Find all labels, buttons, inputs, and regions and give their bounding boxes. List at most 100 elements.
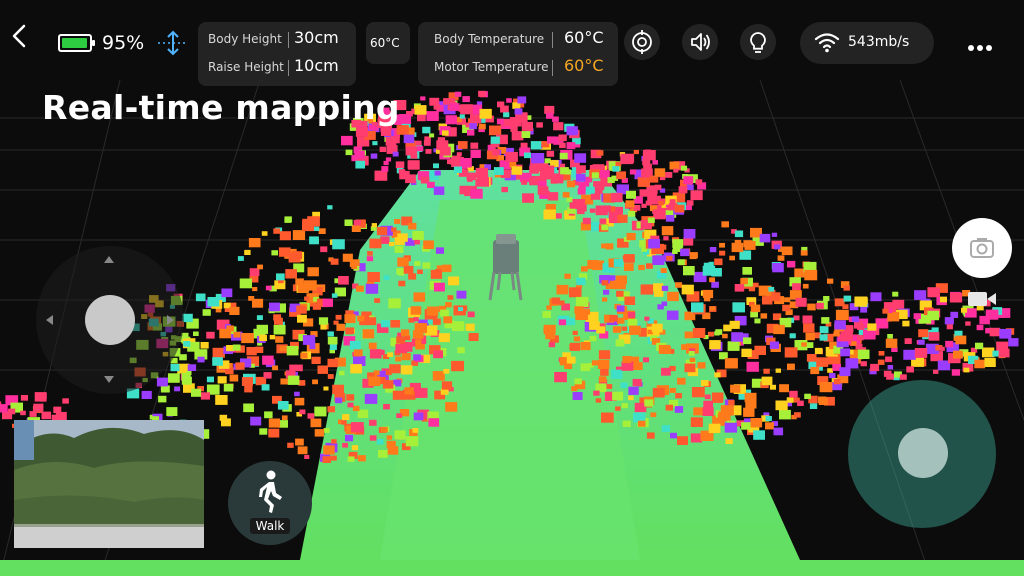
voxel bbox=[857, 335, 864, 341]
voxel bbox=[244, 249, 251, 255]
voxel bbox=[627, 318, 638, 327]
raise-height-label: Raise Height bbox=[208, 60, 284, 74]
joystick-knob-right[interactable] bbox=[898, 428, 948, 478]
voxel bbox=[810, 367, 820, 375]
voxel bbox=[734, 284, 745, 292]
voxel bbox=[451, 360, 464, 372]
voxel bbox=[559, 152, 568, 160]
voxel bbox=[672, 239, 684, 248]
voxel bbox=[684, 331, 694, 339]
voxel bbox=[273, 324, 286, 335]
voxel bbox=[985, 309, 999, 320]
back-button[interactable] bbox=[8, 22, 30, 50]
voxel bbox=[166, 407, 178, 416]
voxel bbox=[752, 282, 759, 288]
voxel bbox=[351, 224, 361, 232]
voxel bbox=[207, 297, 220, 307]
voxel bbox=[352, 405, 360, 412]
voxel bbox=[769, 341, 779, 349]
voxel bbox=[786, 397, 794, 403]
voxel bbox=[661, 285, 669, 291]
voxel bbox=[403, 134, 415, 144]
voxel bbox=[20, 410, 26, 416]
voxel bbox=[241, 333, 254, 344]
voxel bbox=[975, 342, 984, 350]
voxel bbox=[284, 216, 292, 223]
video-icon[interactable] bbox=[966, 288, 998, 310]
volume-icon bbox=[691, 33, 710, 51]
voxel bbox=[272, 365, 278, 371]
voxel bbox=[369, 238, 382, 249]
voxel bbox=[652, 160, 658, 165]
voxel bbox=[681, 284, 694, 295]
voxel bbox=[322, 298, 333, 307]
voxel bbox=[741, 422, 751, 430]
voxel bbox=[221, 288, 233, 298]
volume-button[interactable] bbox=[682, 24, 718, 60]
voxel bbox=[742, 337, 752, 345]
voxel bbox=[217, 376, 227, 384]
voxel bbox=[323, 428, 330, 433]
walk-mode-button[interactable]: Walk bbox=[228, 461, 312, 545]
voxel bbox=[191, 388, 202, 397]
voxel bbox=[760, 313, 768, 319]
voxel bbox=[654, 168, 666, 177]
voxel bbox=[622, 356, 632, 364]
voxel bbox=[371, 223, 377, 228]
voxel bbox=[386, 435, 393, 440]
rotation-joystick[interactable] bbox=[848, 380, 996, 528]
voxel bbox=[417, 269, 423, 274]
camera-preview[interactable] bbox=[14, 420, 204, 548]
voxel bbox=[467, 129, 475, 136]
movement-joystick[interactable] bbox=[36, 246, 184, 394]
voxel bbox=[286, 345, 299, 356]
voxel bbox=[863, 329, 876, 340]
voxel bbox=[674, 204, 685, 213]
height-adjust-icon[interactable] bbox=[156, 30, 190, 56]
voxel bbox=[904, 338, 912, 344]
voxel bbox=[445, 402, 458, 412]
voxel bbox=[229, 306, 240, 315]
voxel bbox=[789, 333, 796, 339]
voxel bbox=[342, 414, 350, 420]
camera-button[interactable] bbox=[952, 218, 1012, 278]
voxel bbox=[470, 188, 483, 199]
voxel bbox=[639, 189, 649, 197]
voxel bbox=[456, 290, 467, 299]
voxel bbox=[708, 423, 721, 434]
voxel bbox=[489, 125, 502, 136]
voxel bbox=[548, 342, 556, 348]
voxel bbox=[410, 306, 422, 315]
voxel bbox=[843, 295, 852, 302]
voxel bbox=[559, 142, 566, 149]
voxel bbox=[156, 377, 168, 387]
voxel bbox=[439, 146, 451, 156]
voxel bbox=[477, 177, 489, 187]
voxel bbox=[34, 392, 47, 402]
voxel bbox=[615, 339, 625, 347]
voxel bbox=[401, 329, 410, 336]
voxel bbox=[335, 314, 342, 320]
voxel bbox=[612, 326, 622, 333]
voxel bbox=[569, 343, 578, 350]
voxel bbox=[833, 379, 841, 385]
voxel bbox=[397, 257, 409, 267]
target-button[interactable] bbox=[624, 24, 660, 60]
voxel bbox=[398, 169, 406, 175]
voxel bbox=[834, 298, 845, 307]
voxel bbox=[550, 173, 564, 184]
light-button[interactable] bbox=[740, 24, 776, 60]
joystick-knob[interactable] bbox=[85, 295, 135, 345]
voxel bbox=[183, 341, 191, 347]
voxel bbox=[782, 304, 791, 312]
voxel bbox=[197, 356, 205, 363]
voxel bbox=[860, 361, 867, 367]
voxel bbox=[212, 357, 223, 366]
voxel bbox=[398, 270, 405, 276]
voxel bbox=[652, 255, 665, 265]
voxel bbox=[779, 409, 791, 420]
more-dots-icon[interactable] bbox=[968, 36, 995, 55]
voxel bbox=[666, 255, 673, 261]
voxel bbox=[609, 315, 618, 322]
voxel bbox=[336, 323, 346, 331]
